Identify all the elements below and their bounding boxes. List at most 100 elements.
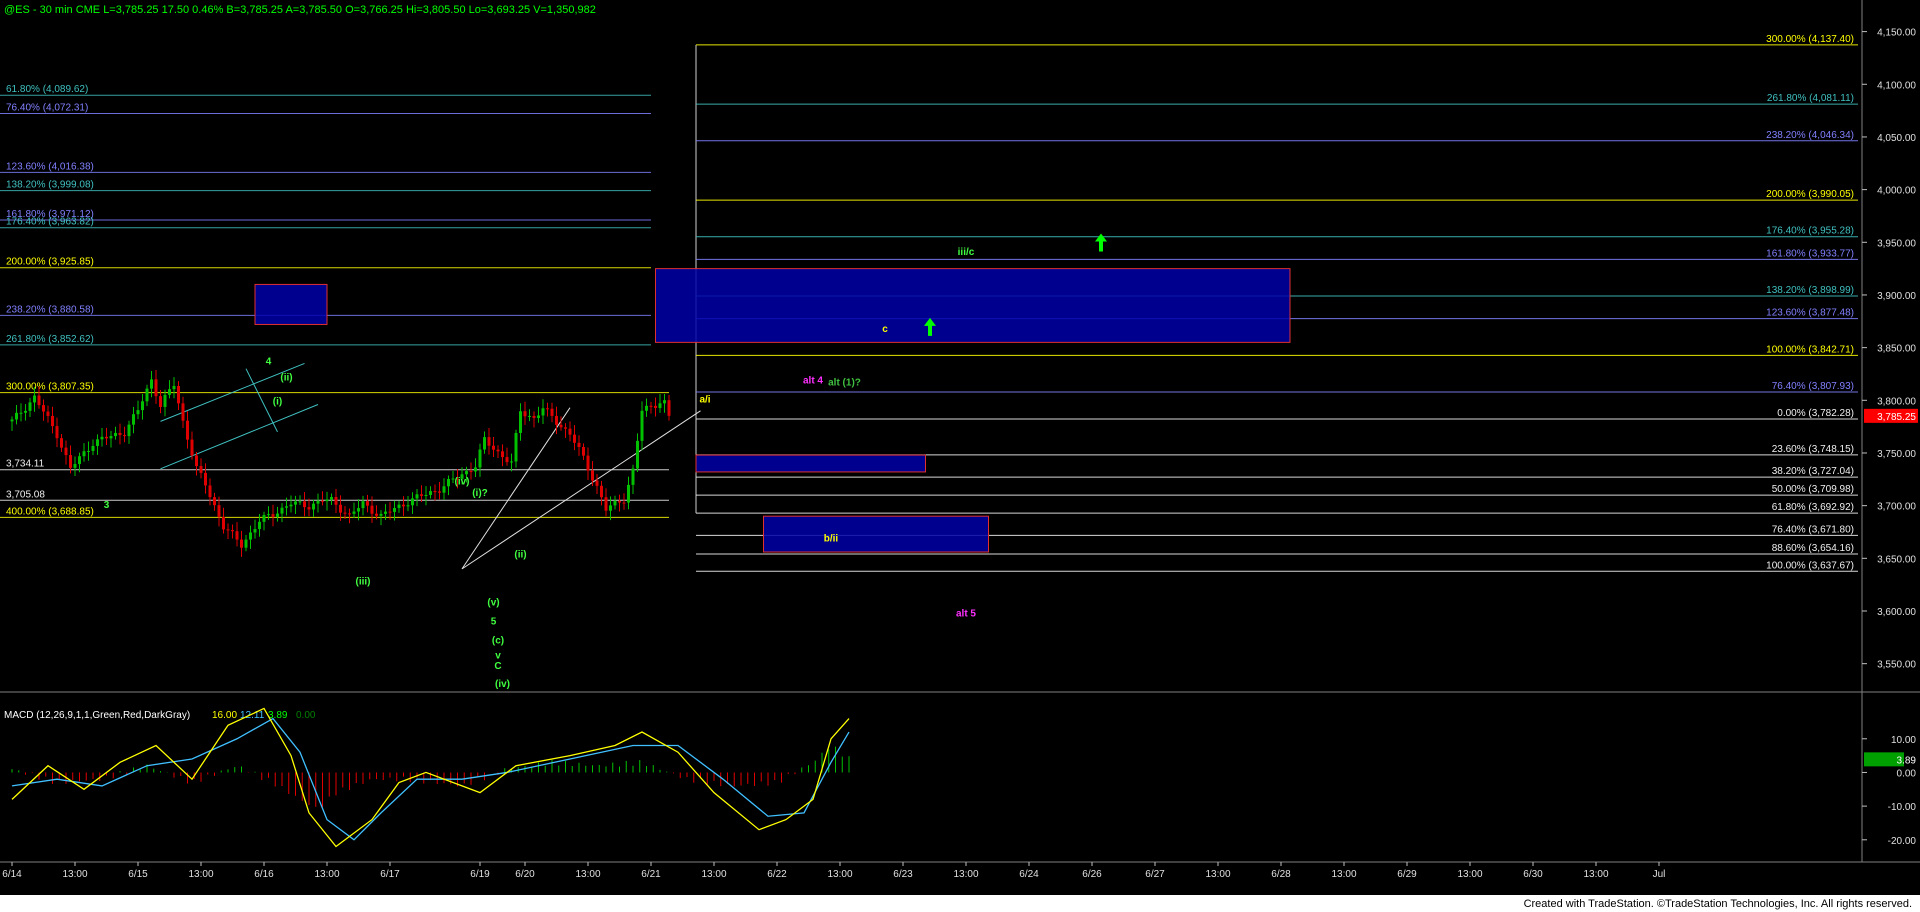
box-big [655,268,1291,343]
candle-body [402,504,405,507]
fib-right-label: 50.00% (3,709.98) [1772,484,1854,495]
candle-body [280,507,284,514]
candle-body [55,426,59,439]
fib-left-label: 3,734.11 [6,459,45,470]
time-tick-label: 13:00 [701,869,726,880]
fib-right-label: 138.20% (3,898.99) [1766,285,1854,296]
candle-body [591,470,594,481]
candle-body [325,499,329,502]
candle-body [303,501,306,508]
wave-label: (iv) [455,477,470,488]
wave-label: alt 5 [956,608,976,619]
candle-body [222,516,225,530]
candle-body [532,415,536,418]
candle-body [442,486,446,493]
wave-label: (i)? [472,488,488,499]
macd-value: 0.00 [296,710,316,721]
candle-body [478,449,482,468]
candle-body [285,506,288,508]
candle-body [253,529,257,533]
wave-label: (v) [487,598,499,609]
candle-body [627,484,630,503]
candle-body [514,432,518,462]
time-tick-label: 6/22 [767,869,787,880]
fib-right-label: 38.20% (3,727.04) [1772,466,1854,477]
time-tick-label: 6/24 [1019,869,1039,880]
price-tick-label: 4,000.00 [1877,186,1916,197]
candle-body [523,411,527,417]
candle-body [271,514,275,517]
candle-body [595,480,599,486]
candle-body [177,385,180,404]
candle-body [96,439,99,446]
candle-body [262,514,266,522]
candle-body [91,445,95,451]
wave-label: (ii) [280,372,292,383]
candle-body [649,405,653,407]
tradestation-chart: 61.80% (4,089.62) 76.40% (4,072.31) 123.60… [0,0,1920,895]
macd-value: 12.11 [240,710,265,721]
candle-body [474,467,477,472]
candle-body [568,428,572,435]
wave-label: 4 [266,356,272,367]
candle-body [654,405,657,408]
time-tick-label: 6/14 [2,869,22,880]
fib-left-label: 238.20% (3,880.58) [6,304,94,315]
candle-body [424,494,428,496]
candle-body [483,437,486,450]
time-tick-label: 13:00 [314,869,339,880]
candle-body [168,389,171,395]
macd-last-label: 3.89 [1897,755,1917,766]
candle-body [46,411,50,416]
time-tick-label: 6/29 [1397,869,1417,880]
candle-body [501,451,504,458]
macd-title: MACD (12,26,9,1,1,Green,Red,DarkGray) [4,710,190,721]
fib-right-label: 100.00% (3,637.67) [1766,560,1854,571]
candle-body [636,440,639,469]
candle-body [438,491,441,493]
price-tick-label: 3,900.00 [1877,291,1916,302]
candle-body [172,385,176,390]
time-tick-label: 13:00 [188,869,213,880]
price-tick-label: 3,700.00 [1877,502,1916,513]
candle-body [384,511,387,514]
candle-body [429,491,432,495]
candle-body [559,424,563,428]
fib-right-label: 61.80% (3,692.92) [1772,502,1854,513]
chart-background [0,0,1920,895]
candle-body [145,388,149,402]
candle-body [213,497,216,506]
candle-body [195,455,198,467]
candle-body [546,408,549,410]
price-tick-label: 3,850.00 [1877,344,1916,355]
time-tick-label: 13:00 [62,869,87,880]
fib-left-label: 123.60% (4,016.38) [6,161,94,172]
candle-body [388,511,392,513]
candle-body [366,501,369,506]
candle-body [226,529,230,531]
candle-body [163,394,167,407]
price-tick-label: 4,050.00 [1877,133,1916,144]
macd-value: 16.00 [212,710,237,721]
candle-body [312,503,315,510]
wave-label: 3 [104,500,110,511]
candle-body [199,466,203,473]
fib-left-label: 200.00% (3,925.85) [6,257,94,268]
candle-body [123,435,126,437]
wave-label: (i) [273,397,282,408]
candle-body [348,513,351,515]
candle-body [663,400,666,404]
last-price-label: 3,785.25 [1877,412,1916,423]
candle-body [343,512,347,514]
candle-body [433,491,437,493]
candle-body [645,405,648,411]
candle-body [19,412,23,414]
fib-right-label: 23.60% (3,748.15) [1772,444,1854,455]
candle-body [357,508,360,512]
wave-label: (iii) [356,577,371,588]
candle-body [136,410,140,415]
fib-right-label: 123.60% (3,877.48) [1766,308,1854,319]
time-tick-label: 13:00 [953,869,978,880]
candle-body [51,415,54,427]
candle-body [15,412,18,420]
